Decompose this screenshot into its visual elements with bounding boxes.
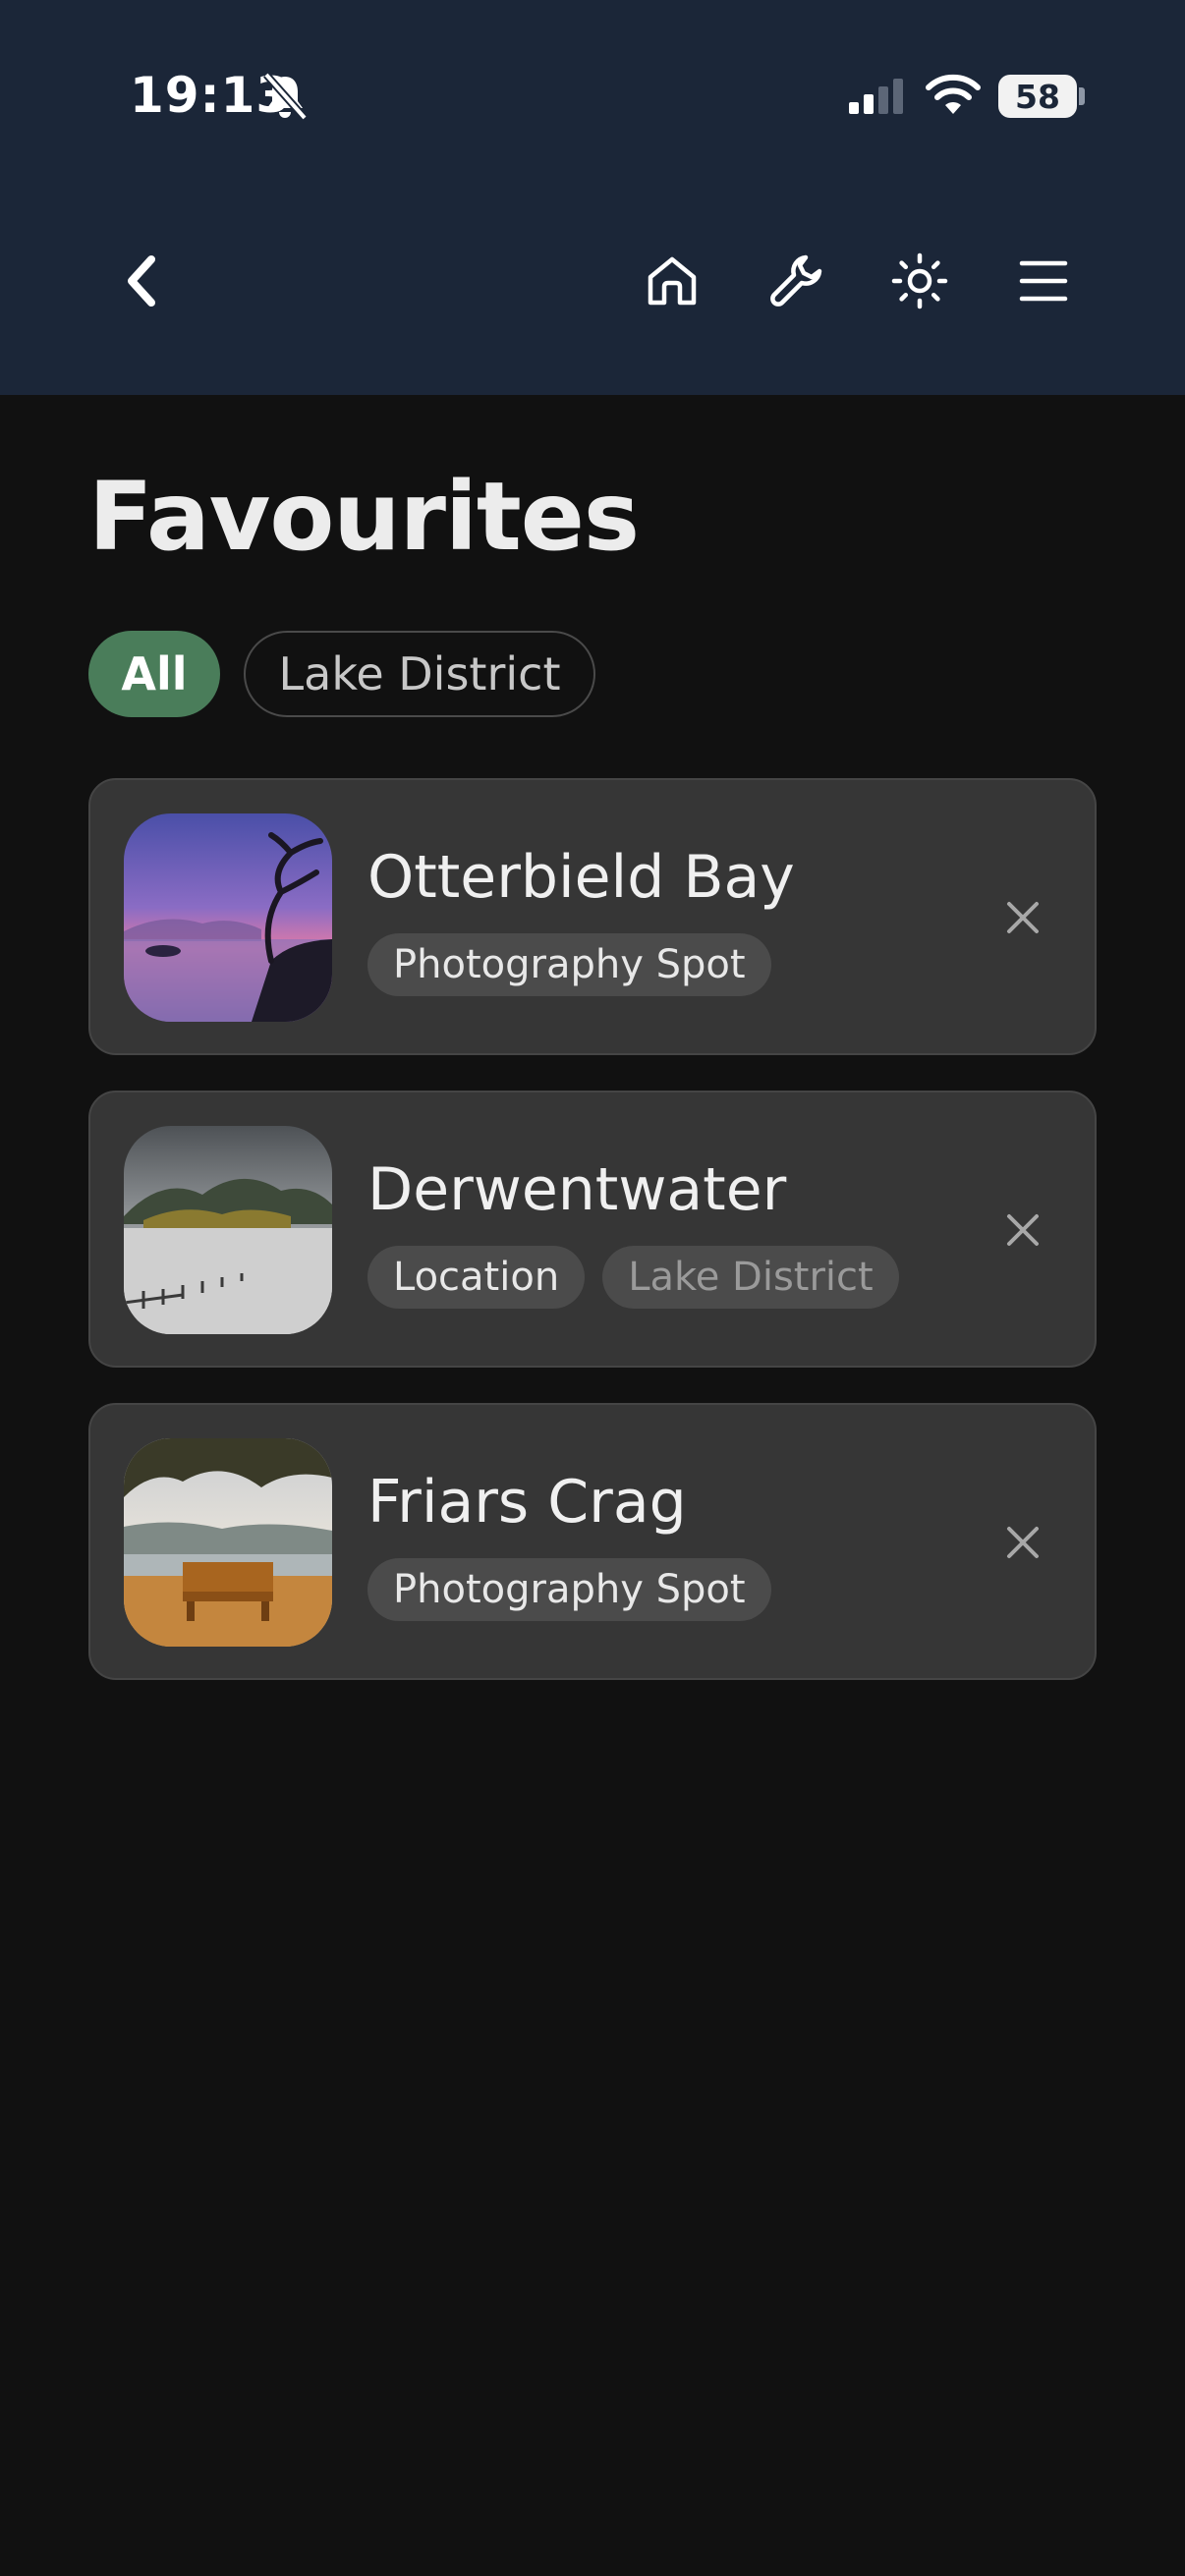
remove-favourite-button[interactable] [996,891,1049,944]
hamburger-menu-icon [1019,260,1068,302]
favourite-tags: Photography Spot [367,1558,771,1621]
filter-chip-all[interactable]: All [88,631,220,717]
favourite-thumbnail [124,1438,332,1647]
favourite-tags: Location Lake District [367,1246,899,1309]
battery-nub [1079,87,1085,105]
remove-favourite-button[interactable] [996,1204,1049,1257]
favourite-title: Derwentwater [367,1155,787,1224]
sun-icon [891,252,948,309]
tag-photography-spot: Photography Spot [367,933,771,996]
favourite-thumbnail [124,1126,332,1334]
favourite-card[interactable]: Friars Crag Photography Spot [88,1403,1097,1680]
close-icon [1007,1527,1039,1558]
battery-level: 58 [1015,77,1060,116]
tag-photography-spot: Photography Spot [367,1558,771,1621]
app-header: 19:13 58 [0,0,1185,395]
theme-toggle-button[interactable] [884,246,955,316]
favourite-title: Otterbield Bay [367,843,795,912]
home-icon [648,256,697,306]
battery-icon: 58 [998,75,1077,118]
favourite-thumbnail [124,813,332,1022]
favourite-card[interactable]: Otterbield Bay Photography Spot [88,778,1097,1055]
chevron-left-icon [128,255,155,307]
close-icon [1007,902,1039,933]
tag-lake-district: Lake District [602,1246,899,1309]
bell-slash-icon [261,71,309,122]
wrench-icon [770,254,822,307]
remove-favourite-button[interactable] [996,1516,1049,1569]
page-title: Favourites [88,462,640,572]
favourite-title: Friars Crag [367,1468,687,1537]
tools-button[interactable] [761,246,831,316]
favourite-tags: Photography Spot [367,933,771,996]
tag-location: Location [367,1246,586,1309]
cellular-signal-icon [847,77,906,116]
filter-chip-lake-district[interactable]: Lake District [244,631,595,717]
favourite-card[interactable]: Derwentwater Location Lake District [88,1091,1097,1368]
wifi-icon [924,71,983,118]
back-button[interactable] [108,246,179,316]
menu-button[interactable] [1008,246,1079,316]
close-icon [1007,1214,1039,1246]
favourites-screen: 19:13 58 Favourites All Lake District Ot… [0,0,1185,2576]
home-button[interactable] [637,246,707,316]
